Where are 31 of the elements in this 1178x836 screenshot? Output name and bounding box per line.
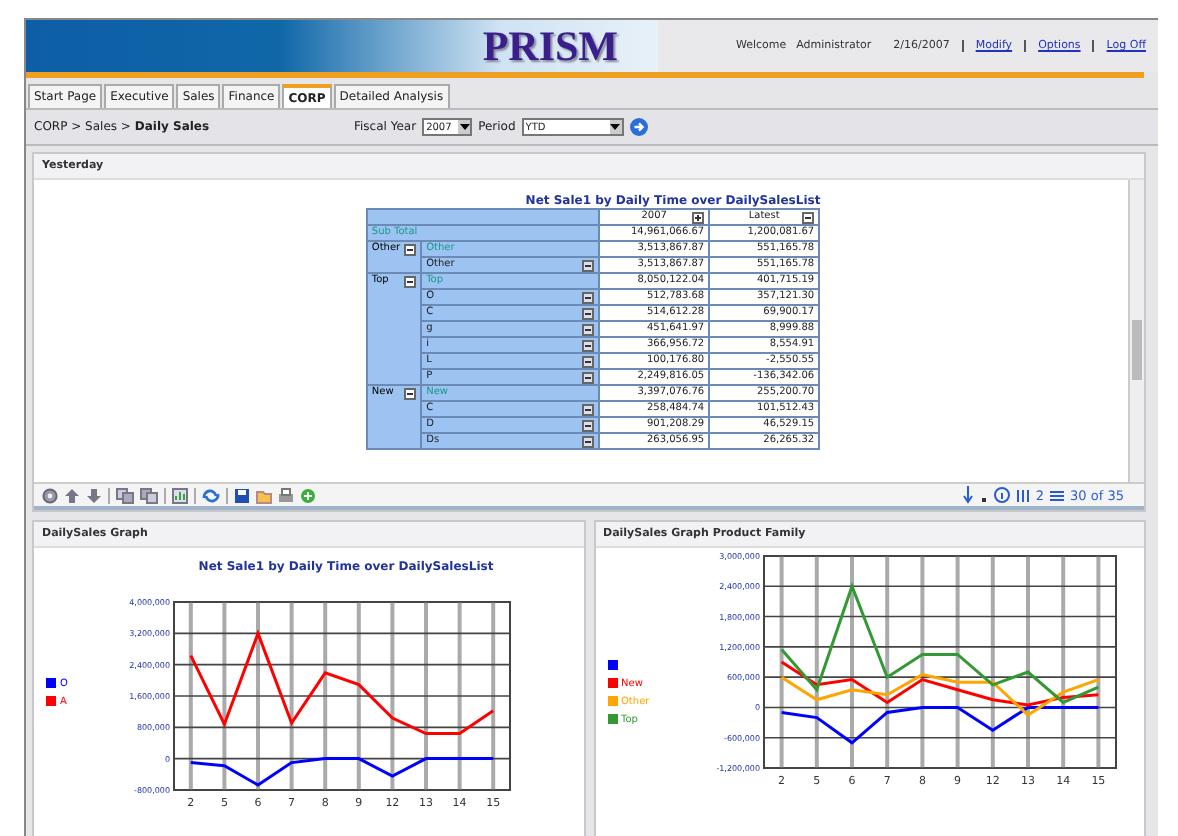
printer-icon[interactable] [278,487,294,503]
save-icon[interactable] [234,487,250,503]
collapse-icon[interactable] [404,387,417,399]
logo-text: PRISM [482,21,618,71]
collapse-icon[interactable] [582,307,595,319]
collapse-icon[interactable] [582,259,595,271]
collapse-icon[interactable] [582,323,595,335]
chart-icon[interactable] [172,487,188,503]
collapse-icon[interactable] [692,212,705,224]
collapse-icon[interactable] [582,291,595,303]
collapse-icon[interactable] [582,355,595,367]
go-arrow-icon[interactable] [629,118,648,136]
add-icon[interactable] [300,487,316,503]
scrollbar[interactable] [1128,180,1144,482]
collapse-icon[interactable] [582,419,595,431]
folder-icon[interactable] [256,487,272,503]
columns-icon[interactable] [1015,487,1030,503]
collapse-icon[interactable] [582,435,595,447]
refresh-icon[interactable] [202,487,220,503]
collapse-icon[interactable] [582,403,595,415]
info-icon[interactable] [993,486,1010,504]
gear-icon[interactable] [42,487,58,503]
collapse-icon[interactable] [582,339,595,351]
up-arrow-icon[interactable] [64,487,80,503]
collapse-icon[interactable] [404,243,417,255]
list-icon[interactable] [1050,487,1065,503]
down-arrow-icon[interactable] [961,486,974,504]
down-arrow-icon[interactable] [86,487,102,503]
sort-icon[interactable] [802,212,815,224]
collapse-icon[interactable] [404,275,417,287]
collapse-icon[interactable] [582,371,595,383]
